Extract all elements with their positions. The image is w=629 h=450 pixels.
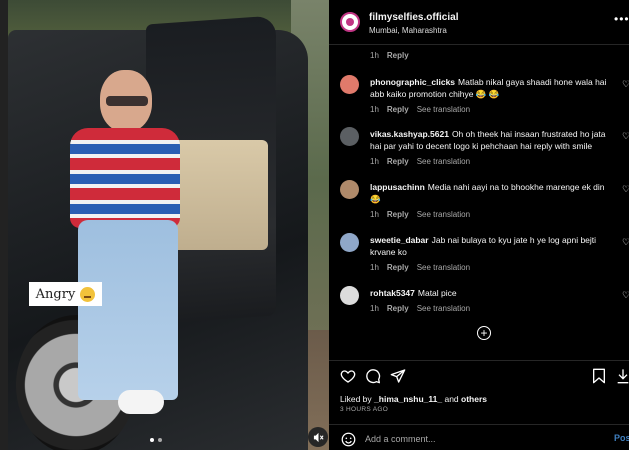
comment-meta: 1h Reply See translation bbox=[370, 303, 610, 315]
see-translation-link[interactable]: See translation bbox=[417, 104, 470, 116]
post-timestamp: 3 HOURS AGO bbox=[340, 406, 389, 413]
like-comment-heart-icon[interactable]: ♡ bbox=[622, 237, 629, 248]
liked-by-user[interactable]: _hima_nshu_11_ bbox=[374, 394, 442, 404]
comment-meta: 1h Reply See translation bbox=[370, 104, 610, 116]
instagram-post-modal: Angry filmyselfies.official Mumbai, Maha… bbox=[0, 0, 629, 450]
share-paper-plane-icon[interactable] bbox=[390, 368, 406, 384]
emoji-smiley-icon[interactable] bbox=[340, 431, 356, 447]
post-actions bbox=[340, 368, 406, 384]
commenter-avatar[interactable] bbox=[340, 127, 359, 146]
comment-bubble-icon[interactable] bbox=[365, 368, 381, 384]
speaker-muted-icon bbox=[313, 432, 324, 442]
comment-meta: 1h Reply See translation bbox=[370, 209, 610, 221]
comment-time: 1h bbox=[370, 105, 379, 114]
sunglasses bbox=[106, 96, 148, 106]
commenter-username[interactable]: sweetie_dabar bbox=[370, 235, 429, 245]
see-translation-link[interactable]: See translation bbox=[417, 303, 470, 315]
post-location[interactable]: Mumbai, Maharashtra bbox=[369, 26, 447, 35]
liked-by-and: and bbox=[444, 394, 459, 404]
backdrop bbox=[0, 0, 8, 450]
caption-meta: 1h Reply bbox=[370, 51, 409, 60]
like-comment-heart-icon[interactable]: ♡ bbox=[622, 131, 629, 142]
comment-body: phonographic_clicks Matlab nikal gaya sha… bbox=[370, 76, 610, 116]
more-options-icon[interactable]: ••• bbox=[614, 12, 629, 26]
jeans bbox=[78, 220, 178, 400]
divider bbox=[329, 424, 629, 425]
person-figure bbox=[60, 66, 190, 414]
comment-time: 1h bbox=[370, 157, 379, 166]
add-comment-row: Add a comment... bbox=[340, 431, 436, 447]
reply-button[interactable]: Reply bbox=[387, 104, 409, 116]
reply-button[interactable]: Reply bbox=[387, 303, 409, 315]
liked-by-prefix: Liked by bbox=[340, 394, 372, 404]
download-icon[interactable] bbox=[615, 368, 629, 384]
comment-text: Matal pice bbox=[417, 288, 457, 298]
overlay-caption: Angry bbox=[29, 282, 102, 306]
reply-button[interactable]: Reply bbox=[387, 156, 409, 168]
commenter-username[interactable]: phonographic_clicks bbox=[370, 77, 455, 87]
commenter-username[interactable]: lappusachinn bbox=[370, 182, 425, 192]
reply-button[interactable]: Reply bbox=[387, 209, 409, 221]
commenter-avatar[interactable] bbox=[340, 180, 359, 199]
commenter-avatar[interactable] bbox=[340, 75, 359, 94]
comment-meta: 1h Reply See translation bbox=[370, 262, 610, 274]
comment-body: vikas.kashyap.5621 Oh oh theek hai insaan… bbox=[370, 128, 610, 168]
comment-body: rohtak5347 Matal pice 1h Reply See transl… bbox=[370, 287, 610, 315]
divider bbox=[329, 360, 629, 361]
comment-body: sweetie_dabar Jab nai bulaya to kyu jate … bbox=[370, 234, 610, 274]
like-comment-heart-icon[interactable]: ♡ bbox=[622, 79, 629, 90]
see-translation-link[interactable]: See translation bbox=[417, 262, 470, 274]
liked-by-others[interactable]: others bbox=[461, 394, 487, 404]
liked-by-text: Liked by _hima_nshu_11_ and others bbox=[340, 394, 487, 404]
post-comment-button[interactable]: Post bbox=[614, 433, 629, 443]
commenter-username[interactable]: vikas.kashyap.5621 bbox=[370, 129, 449, 139]
post-media[interactable]: Angry bbox=[8, 0, 329, 450]
author-username[interactable]: filmyselfies.official bbox=[369, 12, 458, 23]
commenter-avatar[interactable] bbox=[340, 286, 359, 305]
caption-reply-button[interactable]: Reply bbox=[387, 51, 409, 60]
see-translation-link[interactable]: See translation bbox=[417, 209, 470, 221]
carousel-dots bbox=[150, 438, 162, 442]
comment-time: 1h bbox=[370, 304, 379, 313]
post-header: filmyselfies.official Mumbai, Maharashtr… bbox=[329, 0, 629, 45]
see-translation-link[interactable]: See translation bbox=[417, 156, 470, 168]
comment-meta: 1h Reply See translation bbox=[370, 156, 610, 168]
comment-time: 1h bbox=[370, 210, 379, 219]
like-heart-icon[interactable] bbox=[340, 368, 356, 384]
shoe bbox=[118, 390, 164, 414]
carousel-dot bbox=[158, 438, 162, 442]
reply-button[interactable]: Reply bbox=[387, 262, 409, 274]
like-comment-heart-icon[interactable]: ♡ bbox=[622, 290, 629, 301]
mute-button[interactable] bbox=[308, 427, 328, 447]
caption-time: 1h bbox=[370, 51, 379, 60]
comment-time: 1h bbox=[370, 263, 379, 272]
commenter-username[interactable]: rohtak5347 bbox=[370, 288, 415, 298]
comments-panel: filmyselfies.official Mumbai, Maharashtr… bbox=[329, 0, 629, 450]
overlay-caption-text: Angry bbox=[35, 286, 76, 302]
like-comment-heart-icon[interactable]: ♡ bbox=[622, 184, 629, 195]
add-comment-input[interactable]: Add a comment... bbox=[365, 434, 436, 444]
comment-body: lappusachinn Media nahi aayi na to bhookh… bbox=[370, 181, 610, 221]
load-more-comments-plus-icon[interactable]: + bbox=[477, 326, 491, 340]
striped-shirt bbox=[70, 128, 180, 228]
commenter-avatar[interactable] bbox=[340, 233, 359, 252]
annoyed-emoji-icon bbox=[80, 286, 96, 302]
save-bookmark-icon[interactable] bbox=[591, 368, 607, 384]
author-avatar[interactable] bbox=[340, 12, 360, 32]
carousel-dot-active bbox=[150, 438, 154, 442]
